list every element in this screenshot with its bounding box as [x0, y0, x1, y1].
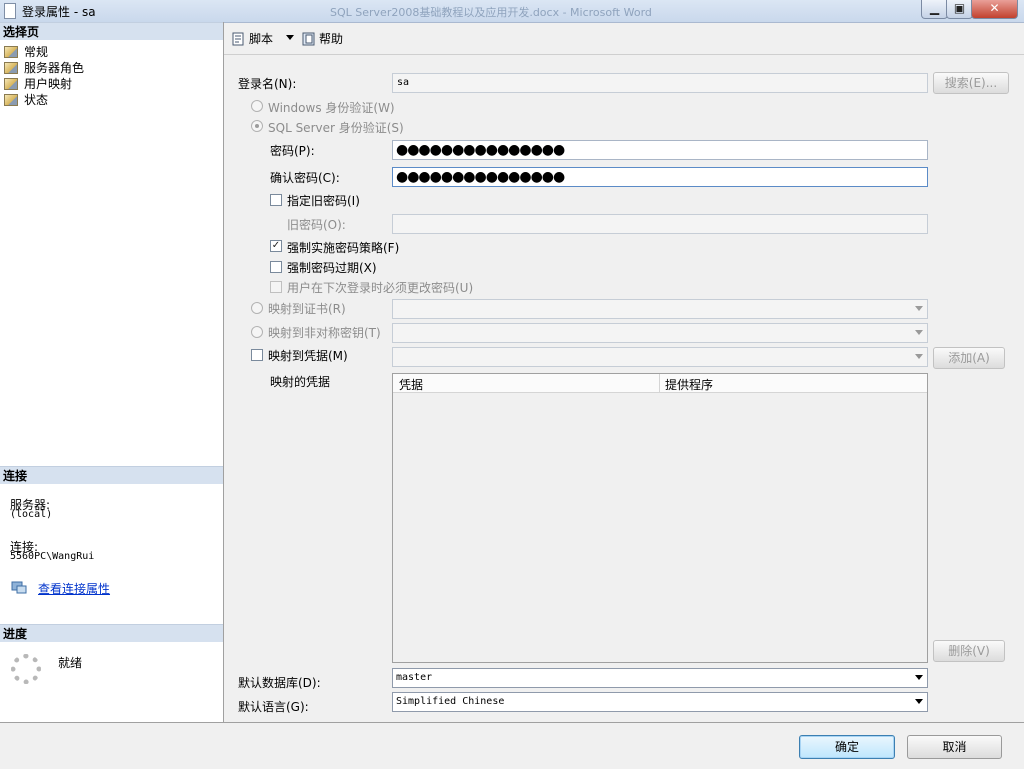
page-icon: [4, 62, 18, 74]
page-item-server-roles[interactable]: 服务器角色: [4, 60, 84, 76]
page-item-user-mapping[interactable]: 用户映射: [4, 76, 72, 92]
page-item-status[interactable]: 状态: [4, 92, 48, 108]
toolbar: 脚本 帮助: [224, 22, 1024, 55]
login-name-field[interactable]: sa: [392, 73, 928, 93]
password-input[interactable]: ●●●●●●●●●●●●●●●: [392, 140, 928, 160]
minimize-icon: ▁: [929, 1, 940, 15]
sql-auth-label: SQL Server 身份验证(S): [268, 121, 404, 135]
progress-spinner-icon: [11, 654, 41, 684]
cancel-button[interactable]: 取消: [907, 735, 1002, 759]
search-button[interactable]: 搜索(E)...: [933, 72, 1009, 94]
connection-value: 5560PC\WangRui: [10, 551, 95, 562]
background-window-title: SQL Server2008基础教程以及应用开发.docx - Microsof…: [330, 6, 652, 19]
default-database-select[interactable]: master: [392, 668, 928, 688]
specify-old-password-label: 指定旧密码(I): [287, 194, 360, 208]
confirm-password-label: 确认密码(C):: [270, 171, 340, 185]
windows-auth-label: Windows 身份验证(W): [268, 101, 395, 115]
old-password-input[interactable]: [392, 214, 928, 234]
help-button[interactable]: 帮助: [302, 30, 343, 47]
title-bar: 登录属性 - sa SQL Server2008基础教程以及应用开发.docx …: [0, 0, 1024, 23]
grid-col-credential[interactable]: 凭据: [399, 376, 423, 393]
old-password-label: 旧密码(O):: [287, 218, 346, 232]
chevron-down-icon: [915, 699, 923, 704]
server-value: (local): [10, 509, 53, 520]
map-certificate-label: 映射到证书(R): [268, 302, 346, 316]
default-language-select[interactable]: Simplified Chinese: [392, 692, 928, 712]
window-icon: [4, 3, 16, 19]
maximize-button[interactable]: ▣: [946, 0, 973, 19]
asymmetric-key-combo[interactable]: [392, 323, 928, 343]
grid-col-divider: [659, 374, 660, 392]
page-item-general[interactable]: 常规: [4, 44, 48, 60]
select-page-header: 选择页: [0, 22, 223, 40]
windows-auth-radio[interactable]: [251, 100, 263, 112]
remove-credential-button[interactable]: 删除(V): [933, 640, 1005, 662]
chevron-down-icon: [915, 675, 923, 680]
enforce-policy-label: 强制实施密码策略(F): [287, 241, 400, 255]
specify-old-password-checkbox[interactable]: [270, 194, 282, 206]
connection-properties-icon: [11, 580, 27, 594]
map-credential-checkbox[interactable]: [251, 349, 263, 361]
default-language-value: Simplified Chinese: [396, 696, 505, 707]
progress-header: 进度: [0, 624, 223, 642]
grid-header: 凭据 提供程序: [393, 374, 927, 393]
close-icon: ✕: [989, 1, 1000, 15]
dialog-footer: 确定 取消: [0, 722, 1024, 769]
must-change-checkbox[interactable]: [270, 281, 282, 293]
maximize-icon: ▣: [953, 1, 966, 15]
chevron-down-icon: [915, 306, 923, 311]
map-credential-label: 映射到凭据(M): [268, 349, 348, 363]
connection-header: 连接: [0, 466, 223, 484]
mapped-credentials-grid[interactable]: 凭据 提供程序: [392, 373, 928, 663]
enforce-expiration-label: 强制密码过期(X): [287, 261, 377, 275]
certificate-combo[interactable]: [392, 299, 928, 319]
must-change-label: 用户在下次登录时必须更改密码(U): [287, 281, 474, 295]
map-asymmetric-key-label: 映射到非对称密钥(T): [268, 326, 381, 340]
ok-button[interactable]: 确定: [799, 735, 895, 759]
confirm-password-input[interactable]: ●●●●●●●●●●●●●●●: [392, 167, 928, 187]
view-connection-properties-link[interactable]: 查看连接属性: [38, 580, 110, 597]
page-icon: [4, 46, 18, 58]
chevron-down-icon: [915, 354, 923, 359]
enforce-policy-checkbox[interactable]: ✓: [270, 240, 282, 252]
default-database-value: master: [396, 672, 433, 683]
map-certificate-radio[interactable]: [251, 302, 263, 314]
default-language-label: 默认语言(G):: [238, 700, 309, 714]
window-title: 登录属性 - sa: [22, 5, 96, 19]
login-name-label: 登录名(N):: [238, 77, 297, 91]
progress-status: 就绪: [58, 656, 83, 670]
password-label: 密码(P):: [270, 144, 315, 158]
chevron-down-icon: [915, 330, 923, 335]
mapped-credentials-label: 映射的凭据: [270, 375, 331, 389]
credential-combo[interactable]: [392, 347, 928, 367]
default-database-label: 默认数据库(D):: [238, 676, 321, 690]
left-pane: 选择页 常规 服务器角色 用户映射 状态 连接 服务器: (local) 连接:…: [0, 22, 224, 722]
help-icon: [302, 32, 316, 46]
sql-auth-radio[interactable]: [251, 120, 263, 132]
map-asymmetric-key-radio[interactable]: [251, 326, 263, 338]
add-credential-button[interactable]: 添加(A): [933, 347, 1005, 369]
minimize-button[interactable]: ▁: [921, 0, 948, 19]
script-icon: [232, 32, 246, 46]
script-dropdown-icon[interactable]: [286, 35, 294, 40]
close-button[interactable]: ✕: [971, 0, 1018, 19]
page-icon: [4, 94, 18, 106]
page-icon: [4, 78, 18, 90]
script-button[interactable]: 脚本: [232, 30, 273, 47]
grid-col-provider[interactable]: 提供程序: [665, 376, 713, 393]
enforce-expiration-checkbox[interactable]: [270, 261, 282, 273]
